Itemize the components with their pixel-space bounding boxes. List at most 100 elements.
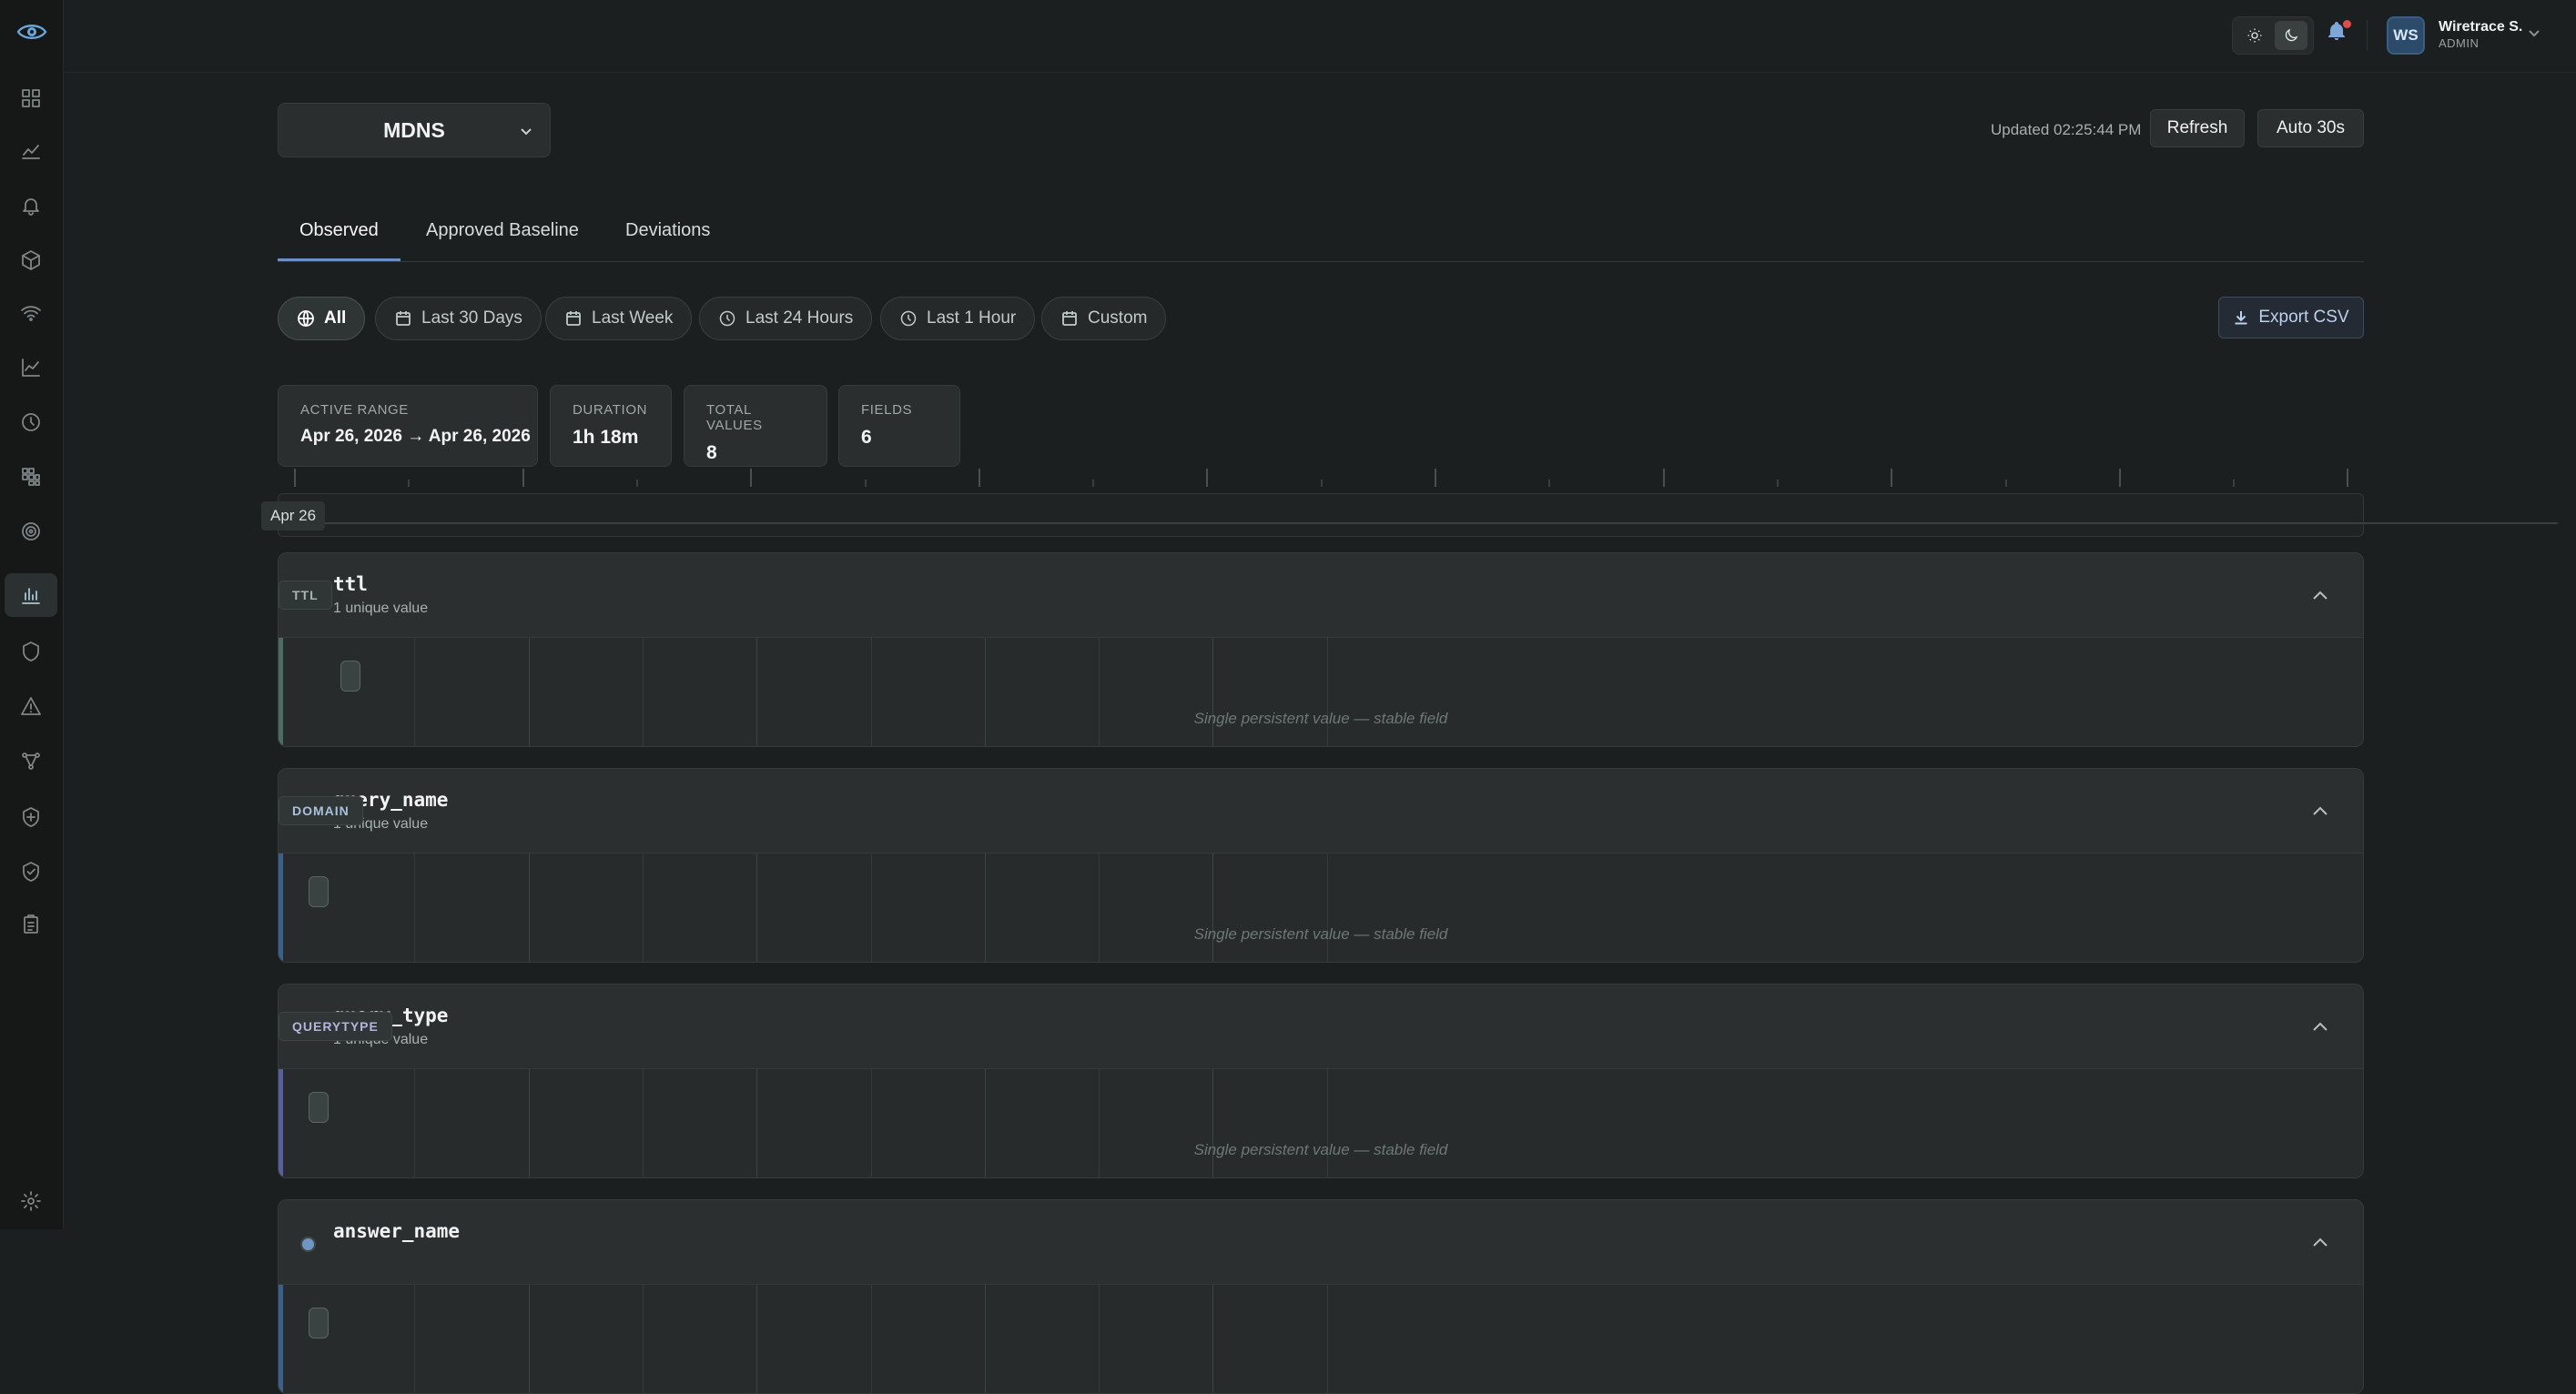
filter-chip-label: Last 24 Hours [745,308,854,328]
protocol-selector[interactable]: MDNS [278,103,551,157]
sidebar-radar-icon[interactable] [5,510,57,553]
timeline-track[interactable] [278,493,2364,537]
line-chart-icon [22,145,40,159]
sidebar-graph-icon[interactable] [5,739,57,783]
grid-line [870,854,872,962]
sidebar-shield-plus-icon[interactable] [5,795,57,839]
theme-toggle[interactable] [2232,16,2314,55]
sidebar [0,0,64,1229]
eye-logo-icon[interactable] [15,18,49,45]
calendar-icon [396,311,411,326]
avatar[interactable]: WS [2387,16,2425,55]
filter-chip-label: Last 1 Hour [927,308,1017,328]
filter-chip[interactable]: Last 1 Hour [880,297,1036,340]
refresh-button[interactable]: Refresh [2150,109,2245,147]
sidebar-wifi-icon[interactable] [5,291,57,335]
chevron-down-icon[interactable] [2527,25,2541,40]
bell-icon [23,198,39,216]
grid-line [870,1285,872,1393]
sidebar-shield-check-icon[interactable] [5,850,57,894]
clock-icon [900,310,917,327]
filter-chip[interactable]: Last Week [545,297,693,340]
moon-icon[interactable] [2275,21,2307,50]
grid-line [1326,854,1328,962]
timeline-tick [1435,469,1436,487]
sun-icon[interactable] [2238,21,2271,50]
tab-deviations[interactable]: Deviations [603,220,732,261]
export-csv-button[interactable]: Export CSV [2218,297,2364,338]
notifications-bell-icon[interactable] [2326,20,2351,47]
gear-icon[interactable] [5,1179,57,1223]
field-type-badge: DOMAIN [279,796,363,825]
stat-label: TOTAL VALUES [706,402,763,433]
value-segment[interactable] [309,1092,329,1123]
field-card-header[interactable]: query_type1 unique valueQUERYTYPE [279,985,2363,1069]
stat-value: Apr 26, 2026 → Apr 26, 2026 [300,427,531,446]
chevron-up-icon[interactable] [2308,583,2332,607]
field-card-header[interactable]: ttl 1 unique value TTL [279,553,2363,638]
sidebar-line-chart-icon[interactable] [5,129,57,173]
graph-icon [22,753,40,770]
chevron-up-icon[interactable] [2308,799,2332,823]
value-segment[interactable] [340,661,360,692]
field-type-badge: TTL [279,581,332,610]
protocol-label: MDNS [383,117,445,142]
grid-line [984,854,986,962]
grid-line [528,1069,530,1177]
sidebar-grid-icon[interactable] [5,76,57,120]
value-segment[interactable] [309,1308,329,1338]
tab-approved-baseline[interactable]: Approved Baseline [404,220,601,261]
download-icon [2235,311,2247,325]
field-accent-bar [279,1285,283,1393]
tab-bar: Observed Approved Baseline Deviations [278,209,2364,262]
sidebar-clock-icon[interactable] [5,400,57,444]
grid-line [414,1285,416,1393]
sidebar-heatmap-icon[interactable] [5,455,57,499]
timeline-tick [864,480,867,487]
filter-chip[interactable]: All [278,297,366,340]
timeline-tick [1092,480,1095,487]
clock-icon [719,310,735,327]
chevron-up-icon[interactable] [2308,1015,2332,1038]
filter-chip[interactable]: Custom [1041,297,1167,340]
sidebar-shield-icon[interactable] [5,630,57,673]
timeline-tick [408,480,411,487]
field-card-header[interactable]: query_name 1 unique value DOMAIN [279,769,2363,854]
timeline-tick [1548,480,1551,487]
sidebar-bar-chart-icon[interactable] [5,573,57,617]
radar-icon [22,522,40,540]
chevron-down-icon [519,124,533,138]
chevron-up-icon[interactable] [2308,1230,2332,1254]
field-card-header[interactable]: answer_name [279,1200,2363,1285]
sidebar-cube-icon[interactable] [5,238,57,282]
grid-line [414,1069,416,1177]
shield-check-icon [23,862,39,882]
sidebar-trend-icon[interactable] [5,346,57,389]
timeline-tick [1891,469,1893,487]
wifi-icon [21,306,41,321]
field-timeline: Single persistent value — stable field [279,1069,2363,1177]
filter-chip[interactable]: Last 30 Days [375,297,542,340]
field-unique-count: 1 unique value [333,601,429,616]
tab-observed[interactable]: Observed [278,220,401,261]
sidebar-clipboard-icon[interactable] [5,903,57,946]
timeline-tick [522,469,524,487]
sidebar-warning-icon[interactable] [5,684,57,728]
sidebar-bell-icon[interactable] [5,184,57,227]
timeline-tick [2118,469,2121,487]
user-name[interactable]: Wiretrace S. [2439,19,2522,35]
grid-line [984,1069,986,1177]
filter-chip[interactable]: Last 24 Hours [699,297,873,340]
field-name: answer_name [333,1220,461,1242]
field-type-badge: QUERYTYPE [279,1012,392,1041]
clipboard-icon [24,914,38,934]
heatmap-icon [22,468,40,486]
filter-chip-label: Last 30 Days [421,308,522,328]
warning-icon [21,697,41,715]
filter-chip-label: Last Week [592,308,674,328]
grid-line [756,1285,758,1393]
value-segment[interactable] [309,876,329,907]
grid-line [1326,1285,1328,1393]
auto-refresh-button[interactable]: Auto 30s [2257,109,2364,147]
cube-icon [22,250,40,270]
